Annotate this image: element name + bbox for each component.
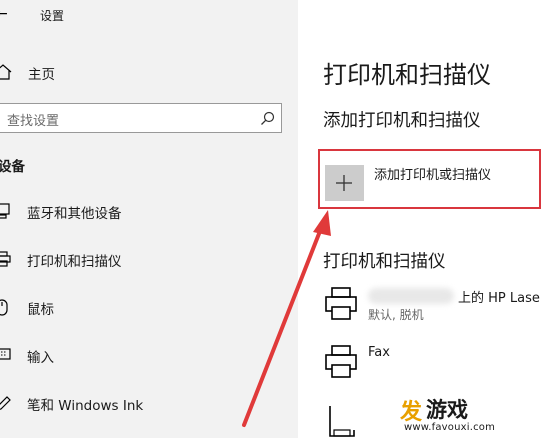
sidebar: ← 设置 主页 查找设置 设备 蓝牙和其他设备 打印机和扫描仪 鼠标 输入 笔和… (0, 0, 298, 438)
sidebar-item-label: 打印机和扫描仪 (27, 254, 122, 270)
app-title: 设置 (40, 9, 65, 23)
watermark: 发 游戏 www.favouxi.com (398, 394, 541, 438)
add-printer-label: 添加打印机或扫描仪 (374, 168, 492, 183)
search-input[interactable]: 查找设置 (0, 103, 282, 133)
sidebar-item-mouse[interactable]: 鼠标 (0, 290, 298, 324)
page-title: 打印机和扫描仪 (323, 61, 491, 89)
sidebar-item-typing[interactable]: 输入 (0, 338, 298, 372)
scanner-icon (329, 406, 355, 437)
device-name: 上的 HP Lase (458, 291, 540, 306)
back-arrow-icon[interactable]: ← (0, 4, 10, 24)
printer-icon (325, 345, 357, 378)
add-section-heading: 添加打印机和扫描仪 (323, 111, 481, 131)
pen-icon (0, 396, 11, 410)
keyboard-icon (0, 348, 11, 360)
sidebar-item-bluetooth[interactable]: 蓝牙和其他设备 (0, 194, 298, 228)
sidebar-item-label: 鼠标 (27, 302, 54, 318)
sidebar-item-label: 输入 (27, 350, 54, 366)
sidebar-item-label: 笔和 Windows Ink (27, 398, 144, 414)
sidebar-item-home[interactable]: 主页 (0, 56, 298, 88)
printer-icon (325, 287, 357, 320)
device-item[interactable]: 上的 HP Lase 默认, 脱机 (320, 284, 541, 332)
search-placeholder: 查找设置 (7, 114, 60, 129)
watermark-text: 游戏 (426, 398, 468, 422)
bluetooth-devices-icon (0, 203, 10, 219)
device-item[interactable]: Fax (320, 342, 541, 390)
printer-icon (0, 251, 11, 267)
home-icon (0, 64, 12, 80)
search-icon[interactable] (260, 111, 275, 126)
sidebar-item-printers[interactable]: 打印机和扫描仪 (0, 242, 298, 276)
sidebar-item-label: 蓝牙和其他设备 (27, 206, 122, 222)
section-label: 设备 (0, 159, 25, 175)
mouse-icon (0, 299, 8, 316)
device-name: Fax (368, 345, 390, 360)
sidebar-item-label: 主页 (28, 67, 55, 83)
main-content: 打印机和扫描仪 添加打印机和扫描仪 添加打印机或扫描仪 打印机和扫描仪 上的 H… (298, 0, 541, 438)
add-icon-box (325, 165, 364, 201)
sidebar-item-pen[interactable]: 笔和 Windows Ink (0, 386, 298, 420)
device-status: 默认, 脱机 (368, 308, 424, 322)
plus-icon (336, 175, 352, 191)
blurred-name (368, 288, 454, 304)
devices-heading: 打印机和扫描仪 (323, 252, 446, 272)
add-printer-button[interactable]: 添加打印机或扫描仪 (318, 149, 541, 209)
watermark-url: www.favouxi.com (404, 422, 496, 433)
